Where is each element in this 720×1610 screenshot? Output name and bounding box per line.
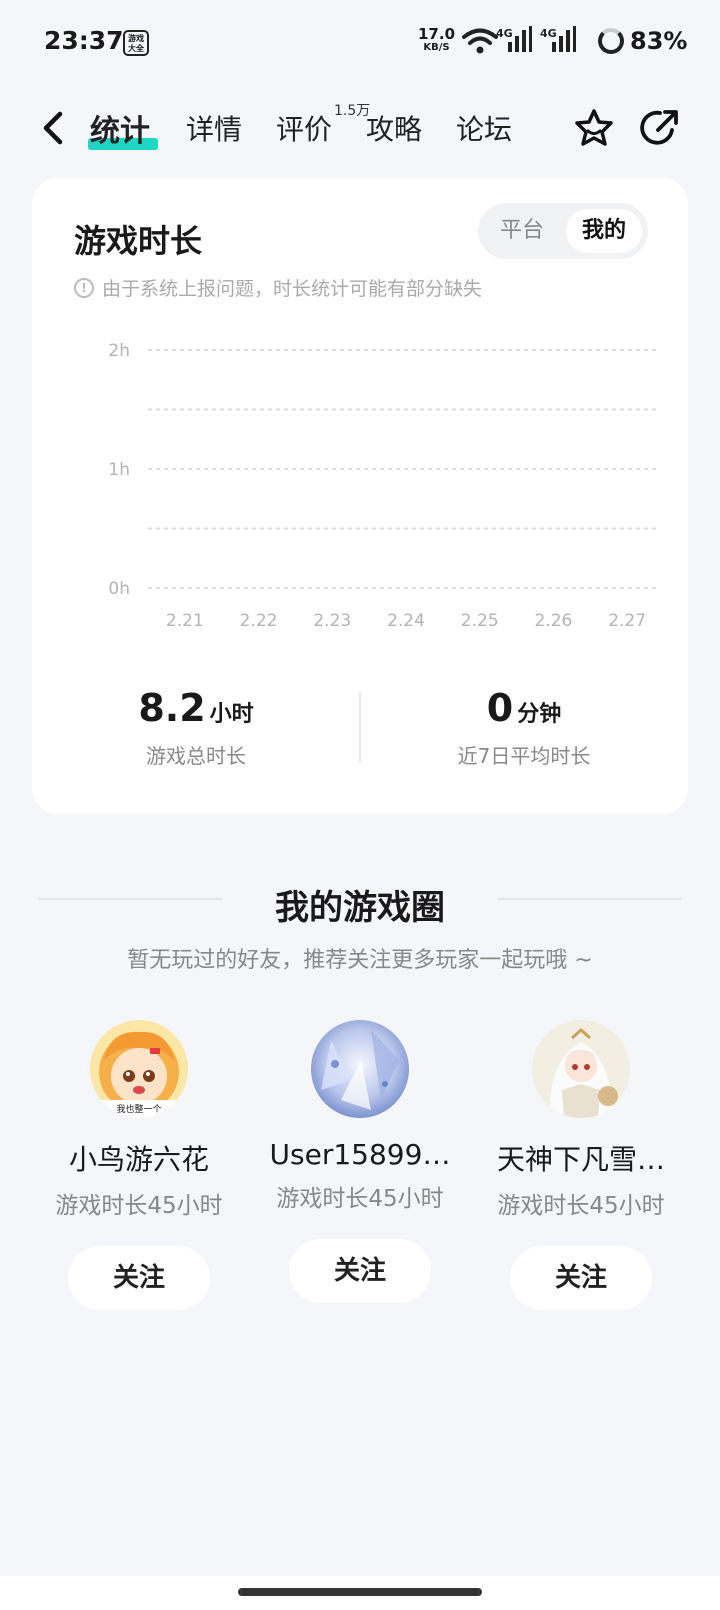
wifi-icon: [462, 28, 498, 54]
segment-mine[interactable]: 我的: [566, 209, 642, 253]
avatar-caption: 我也整一个: [116, 1103, 161, 1115]
section-subtitle: 暂无玩过的好友，推荐关注更多玩家一起玩哦 ~: [127, 948, 593, 973]
y-tick-label: 2h: [108, 341, 130, 361]
playtime-card: 游戏时长 平台 我的 ! 由于系统上报问题，时长统计可能有部分缺失 0h 1h 2h…: [32, 178, 688, 814]
card-title: 游戏时长: [74, 222, 203, 260]
tab-reviews[interactable]: 评价: [276, 108, 332, 148]
tab-forum[interactable]: 论坛: [456, 108, 512, 148]
battery-icon: [598, 28, 624, 54]
anime-girl-avatar-icon[interactable]: 我也整一个: [90, 1020, 188, 1118]
cell-net-label-2: 4G: [540, 27, 557, 40]
cell-signal-icon: 4G: [496, 26, 532, 58]
average-playtime-unit: 分钟: [517, 702, 562, 727]
notice-text: 由于系统上报问题，时长统计可能有部分缺失: [102, 278, 483, 300]
x-tick-label: 2.26: [534, 611, 572, 631]
x-tick-label: 2.27: [608, 611, 646, 631]
home-indicator[interactable]: [238, 1588, 482, 1596]
average-playtime-stat: 0 分钟 近7日平均时长: [360, 686, 688, 769]
follow-button[interactable]: 关注: [68, 1246, 210, 1310]
battery-percent: 83%: [630, 27, 688, 55]
x-tick-label: 2.21: [166, 611, 204, 631]
total-playtime-unit: 小时: [209, 702, 254, 727]
segment-platform[interactable]: 平台: [484, 209, 560, 253]
friend-card: User15899… 游戏时长45小时 关注: [250, 1020, 470, 1303]
back-arrow-icon[interactable]: [38, 108, 68, 148]
average-playtime-label: 近7日平均时长: [457, 744, 591, 768]
tab-stats[interactable]: 统计: [90, 106, 150, 150]
share-icon[interactable]: [638, 106, 682, 150]
crystal-avatar-icon[interactable]: [311, 1020, 409, 1118]
status-bar: 23:37 游戏大全 17.0 KB/S 4G 4G 83%: [0, 0, 720, 86]
info-icon: !: [74, 277, 94, 298]
friend-card: 天神下凡雪… 游戏时长45小时 关注: [471, 1020, 691, 1310]
total-playtime-label: 游戏总时长: [146, 744, 246, 768]
app-notification-icon: 游戏大全: [123, 30, 149, 56]
tab-guides[interactable]: 攻略: [366, 108, 422, 148]
tab-details[interactable]: 详情: [186, 108, 242, 148]
friend-playtime: 游戏时长45小时: [497, 1193, 665, 1219]
total-playtime-stat: 8.2 小时 游戏总时长: [32, 686, 360, 769]
x-tick-label: 2.22: [240, 611, 278, 631]
total-playtime-value: 8.2: [138, 686, 206, 730]
section-title: 我的游戏圈: [275, 888, 445, 928]
friend-name[interactable]: 天神下凡雪…: [471, 1138, 691, 1178]
network-speed-unit: KB/S: [423, 42, 450, 53]
x-tick-label: 2.24: [387, 611, 425, 631]
favorite-star-icon[interactable]: [572, 106, 616, 150]
playtime-chart: 0h 1h 2h 2.21 2.22 2.23 2.24 2.25 2.26 2.27: [108, 341, 660, 631]
cell-net-label: 4G: [496, 27, 513, 40]
friend-name[interactable]: User15899…: [250, 1138, 470, 1171]
scope-segmented-control: 平台 我的: [478, 203, 648, 259]
follow-button[interactable]: 关注: [289, 1239, 431, 1303]
white-hair-avatar-icon[interactable]: [532, 1020, 630, 1118]
y-tick-label: 0h: [108, 579, 130, 599]
x-tick-label: 2.23: [313, 611, 351, 631]
friend-playtime: 游戏时长45小时: [55, 1193, 223, 1219]
top-nav: 统计 详情 评价 1.5万 攻略 论坛: [0, 96, 720, 166]
status-time: 23:37: [44, 26, 124, 55]
section-divider-right: [498, 898, 682, 900]
network-speed-value: 17.0: [418, 25, 456, 43]
friend-playtime: 游戏时长45小时: [276, 1186, 444, 1212]
average-playtime-value: 0: [486, 686, 514, 730]
data-notice: ! 由于系统上报问题，时长统计可能有部分缺失: [74, 274, 482, 301]
follow-button[interactable]: 关注: [510, 1246, 652, 1310]
friend-name[interactable]: 小鸟游六花: [29, 1138, 249, 1178]
y-tick-label: 1h: [108, 460, 130, 480]
cell-signal-icon-2: 4G: [540, 26, 576, 58]
friend-card: 我也整一个 小鸟游六花 游戏时长45小时 关注: [29, 1020, 249, 1310]
reviews-count-badge: 1.5万: [334, 103, 371, 119]
x-tick-label: 2.25: [461, 611, 499, 631]
network-speed: 17.0 KB/S: [418, 27, 455, 55]
